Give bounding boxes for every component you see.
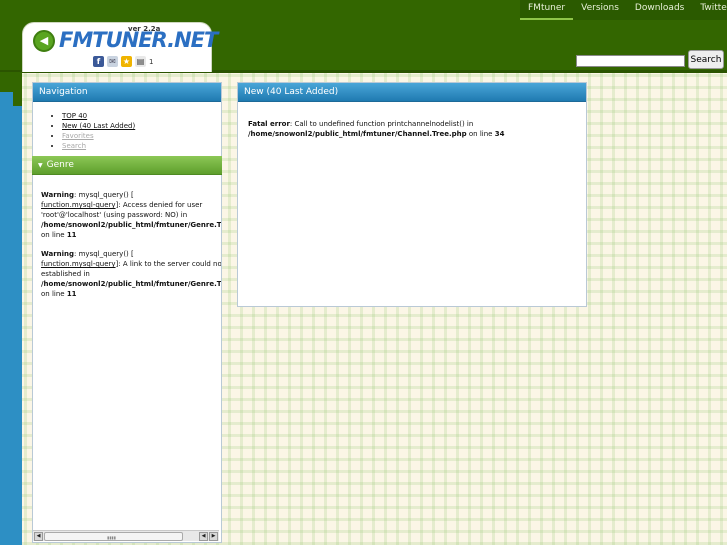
genre-title-label: Genre xyxy=(46,160,74,170)
radio-wave-icon: ◀ xyxy=(33,30,55,52)
line-number: 11 xyxy=(66,290,77,298)
nav-item: New (40 Last Added) xyxy=(62,121,221,131)
new-stations-panel: New (40 Last Added) Fatal error: Call to… xyxy=(237,82,587,307)
warning-message: Warning: mysql_query() [ function.mysql-… xyxy=(41,249,221,299)
nav-item: Favorites xyxy=(62,131,221,141)
bookmark-star-icon[interactable]: ★ xyxy=(121,56,132,67)
scroll-left-icon[interactable]: ◀ xyxy=(199,532,208,541)
function-mysql-query-link[interactable]: function.mysql-query xyxy=(41,201,116,209)
fatal-error-label: Fatal error xyxy=(248,120,290,128)
warning-label: Warning xyxy=(41,191,75,199)
genre-panel-title[interactable]: ▼ Genre xyxy=(32,156,222,175)
nav-item: TOP 40 xyxy=(62,111,221,121)
scroll-right-icon[interactable]: ▶ xyxy=(209,532,218,541)
search-button[interactable]: Search xyxy=(688,50,724,69)
file-path: /home/snowonl2/public_html/fmtuner/Genre… xyxy=(41,280,221,288)
share-count: 1 xyxy=(149,57,154,66)
navigation-list: TOP 40 New (40 Last Added) Favorites Sea… xyxy=(33,102,221,151)
warning-message: Warning: mysql_query() [ function.mysql-… xyxy=(41,190,221,240)
topnav-twitter[interactable]: Twitter xyxy=(692,0,727,20)
triangle-down-icon: ▼ xyxy=(38,162,43,169)
email-icon[interactable]: ✉ xyxy=(107,56,118,67)
warning-text: 'root'@'localhost' (using password: NO) … xyxy=(41,211,188,219)
navigation-panel: Navigation TOP 40 New (40 Last Added) Fa… xyxy=(32,82,222,543)
share-toolbar: f ✉ ★ ▤ 1 xyxy=(93,56,153,67)
warning-text: ]: A link to the server could not be xyxy=(115,260,221,268)
line-prefix: on line xyxy=(466,130,495,138)
genre-panel-body: Warning: mysql_query() [ function.mysql-… xyxy=(41,190,221,308)
nav-link-new[interactable]: New (40 Last Added) xyxy=(62,122,135,130)
line-prefix: on line xyxy=(41,231,67,239)
warning-text: : mysql_query() [ xyxy=(74,191,134,199)
nav-item: Search xyxy=(62,141,221,151)
warning-text: : mysql_query() [ xyxy=(74,250,134,258)
version-label: ver 2.2a xyxy=(128,25,161,33)
line-number: 11 xyxy=(66,231,77,239)
facebook-icon[interactable]: f xyxy=(93,56,104,67)
function-mysql-query-link[interactable]: function.mysql-query xyxy=(41,260,116,268)
line-prefix: on line xyxy=(41,290,67,298)
scrollbar-thumb[interactable]: ▮▮▮▮ xyxy=(44,532,183,541)
print-icon[interactable]: ▤ xyxy=(135,56,146,67)
nav-link-favorites[interactable]: Favorites xyxy=(62,132,94,140)
left-blue-strip xyxy=(0,92,22,545)
genre-horizontal-scrollbar[interactable]: ◀ ▮▮▮▮ ◀ ▶ xyxy=(33,530,219,541)
error-text: : Call to undefined function printchanne… xyxy=(289,120,474,128)
warning-label: Warning xyxy=(41,250,75,258)
nav-link-search[interactable]: Search xyxy=(62,142,86,150)
scroll-left-icon[interactable]: ◀ xyxy=(34,532,43,541)
file-path: /home/snowonl2/public_html/fmtuner/Chann… xyxy=(248,130,467,138)
new-panel-title: New (40 Last Added) xyxy=(238,83,586,102)
search-input[interactable] xyxy=(576,55,685,67)
line-number: 34 xyxy=(494,130,505,138)
site-logo[interactable]: ◀ FMTUNER.NET ver 2.2a f ✉ ★ ▤ 1 xyxy=(22,22,218,72)
topnav-versions[interactable]: Versions xyxy=(573,0,627,20)
topnav-fmtuner[interactable]: FMtuner xyxy=(520,0,574,20)
file-path: /home/snowonl2/public_html/fmtuner/Genre… xyxy=(41,221,221,229)
grip-icon: ▮▮▮▮ xyxy=(107,535,116,540)
top-navigation: FMtuner Versions Downloads Twitter xyxy=(520,0,727,20)
warning-text: ]: Access denied for user xyxy=(115,201,203,209)
nav-link-top40[interactable]: TOP 40 xyxy=(62,112,87,120)
left-strip-notch xyxy=(13,92,22,106)
warning-text: established in xyxy=(41,270,90,278)
topnav-downloads[interactable]: Downloads xyxy=(627,0,692,20)
fatal-error-message: Fatal error: Call to undefined function … xyxy=(248,119,578,139)
navigation-panel-title: Navigation xyxy=(33,83,221,102)
